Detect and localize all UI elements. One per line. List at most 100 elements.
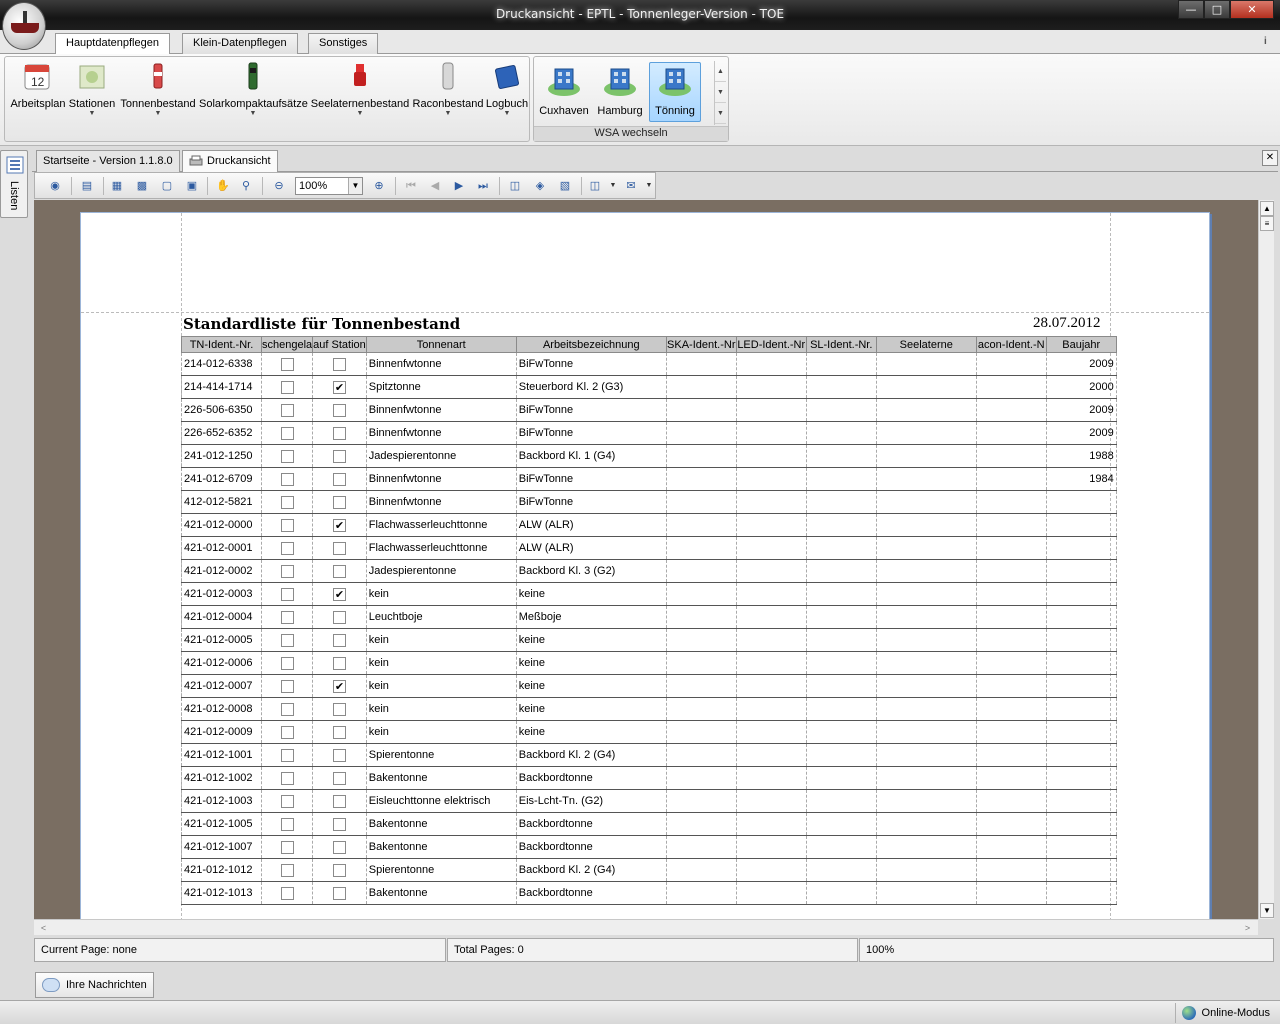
table-cell: 1988	[1046, 444, 1117, 468]
close-button[interactable]: ✕	[1230, 0, 1274, 19]
raconbestand-button[interactable]: Raconbestand ▼	[411, 60, 485, 126]
messages-tab[interactable]: Ihre Nachrichten	[35, 972, 154, 998]
tab-hauptdatenpflegen[interactable]: Hauptdatenpflegen	[55, 33, 170, 55]
table-cell: Spierentonne	[366, 858, 517, 882]
scroll-left-icon[interactable]: <	[36, 921, 51, 935]
tab-sonstiges[interactable]: Sonstiges	[308, 33, 379, 54]
chevron-down-icon[interactable]: ▼	[605, 178, 621, 194]
table-cell: 241-012-6709	[181, 467, 262, 491]
logbuch-button[interactable]: Logbuch ▼	[485, 60, 529, 126]
open-icon[interactable]: ▤	[79, 178, 95, 194]
app-logo-icon[interactable]	[2, 2, 46, 50]
report-page: Standardliste für Tonnenbestand 28.07.20…	[80, 212, 1210, 919]
checkbox-cell	[312, 559, 367, 583]
horizontal-scrollbar[interactable]: < >	[34, 919, 1258, 935]
checkbox	[280, 403, 294, 417]
vertical-scrollbar[interactable]: ▲ ≡ ▼	[1258, 200, 1274, 919]
multiple-pages-icon[interactable]: ◫	[507, 178, 523, 194]
checkbox-cell	[261, 490, 314, 514]
table-cell-empty	[876, 628, 977, 652]
scroll-right-icon[interactable]: >	[1240, 921, 1255, 935]
scroll-down-icon[interactable]: ▼	[1260, 903, 1274, 918]
column-header: SL-Ident.-Nr.	[805, 336, 877, 353]
last-page-icon[interactable]: ⏭	[475, 178, 491, 194]
maximize-button[interactable]: □	[1204, 0, 1230, 19]
hand-tool-icon[interactable]: ✋	[215, 178, 231, 194]
wsa-cuxhaven-button[interactable]: Cuxhaven	[538, 62, 590, 122]
print-icon[interactable]: ▩	[134, 178, 150, 194]
gallery-up-icon[interactable]: ▲	[715, 61, 726, 82]
scale-icon[interactable]: ▣	[184, 178, 200, 194]
chevron-down-icon[interactable]: ▼	[641, 178, 657, 194]
gallery-scroller[interactable]: ▲ ▼ ▼	[714, 61, 726, 125]
table-cell-empty	[876, 674, 977, 698]
table-cell: keine	[516, 674, 667, 698]
table-cell-empty	[806, 789, 877, 813]
checkbox: ✔	[332, 679, 346, 693]
checkbox-cell	[312, 490, 367, 514]
table-cell-empty	[876, 858, 977, 882]
table-cell	[1046, 697, 1117, 721]
checkbox	[280, 656, 294, 670]
next-page-icon[interactable]: ▶	[451, 178, 467, 194]
minimize-button[interactable]: —	[1178, 0, 1204, 19]
print-preview-area[interactable]: Standardliste für Tonnenbestand 28.07.20…	[34, 200, 1258, 919]
solarkompakt-button[interactable]: Solarkompaktaufsätze ▼	[199, 60, 308, 126]
chevron-down-icon[interactable]: ▼	[348, 178, 362, 194]
app-status-bar: Online-Modus	[0, 1000, 1280, 1024]
checkbox-cell	[312, 651, 367, 675]
side-panel-listen[interactable]: Listen	[0, 150, 28, 218]
tonnenbestand-button[interactable]: Tonnenbestand ▼	[119, 60, 197, 126]
first-page-icon[interactable]: ⏮	[403, 178, 419, 194]
table-cell: 421-012-1005	[181, 812, 262, 836]
document-tabs: Startseite - Version 1.1.8.0 Druckansich…	[32, 148, 1278, 172]
table-cell-empty	[806, 582, 877, 606]
close-document-button[interactable]: ✕	[1262, 150, 1278, 166]
checkbox	[280, 840, 294, 854]
magnifier-icon[interactable]: ⚲	[238, 178, 254, 194]
gallery-down-icon[interactable]: ▼	[715, 82, 726, 103]
find-icon[interactable]: ◉	[47, 178, 63, 194]
current-page-status: Current Page: none	[34, 938, 446, 962]
wsa-toenning-button[interactable]: Tönning	[649, 62, 701, 122]
checkbox-cell	[312, 789, 367, 813]
checkbox-cell	[312, 881, 367, 905]
checkbox: ✔	[332, 380, 346, 394]
export-icon[interactable]: ◫	[587, 178, 603, 194]
gallery-more-icon[interactable]: ▼	[715, 103, 726, 124]
tab-druckansicht[interactable]: Druckansicht	[182, 150, 278, 172]
chevron-down-icon: ▼	[444, 110, 452, 117]
table-cell: Spierentonne	[366, 743, 517, 767]
background-color-icon[interactable]: ◈	[532, 178, 548, 194]
tab-startseite[interactable]: Startseite - Version 1.1.8.0	[36, 150, 180, 172]
table-cell: keine	[516, 651, 667, 675]
table-cell-empty	[666, 582, 737, 606]
wsa-hamburg-button[interactable]: Hamburg	[594, 62, 646, 122]
quick-print-icon[interactable]: ▢	[159, 178, 175, 194]
checkbox	[332, 610, 346, 624]
table-cell-empty	[736, 651, 807, 675]
zoom-select[interactable]: 100% ▼	[295, 177, 363, 195]
previous-page-icon[interactable]: ◀	[427, 178, 443, 194]
table-cell-empty	[736, 375, 807, 399]
table-cell: BiFwTonne	[516, 398, 667, 422]
table-cell: 421-012-1013	[181, 881, 262, 905]
tab-klein-datenpflegen[interactable]: Klein-Datenpflegen	[182, 33, 298, 54]
scroll-up-icon[interactable]: ▲	[1260, 201, 1274, 216]
scroll-split-icon[interactable]: ≡	[1260, 216, 1274, 231]
stationen-button[interactable]: Stationen ▼	[67, 60, 117, 126]
info-icon[interactable]: i	[1264, 36, 1274, 49]
table-row: 421-012-0008 kein keine	[181, 697, 1117, 721]
arbeitsplan-button[interactable]: 12 Arbeitsplan	[7, 60, 69, 126]
table-cell-empty	[876, 352, 977, 376]
seelaternen-button[interactable]: Seelaternenbestand ▼	[309, 60, 411, 126]
checkbox-cell: ✔	[312, 674, 367, 698]
email-icon[interactable]: ✉	[623, 178, 639, 194]
zoom-in-icon[interactable]: ⊕	[371, 178, 387, 194]
watermark-icon[interactable]: ▧	[557, 178, 573, 194]
chevron-down-icon: ▼	[503, 110, 511, 117]
page-setup-icon[interactable]: ▦	[109, 178, 125, 194]
zoom-out-icon[interactable]: ⊖	[271, 178, 287, 194]
online-mode-status[interactable]: Online-Modus	[1174, 1003, 1276, 1023]
checkbox	[332, 771, 346, 785]
